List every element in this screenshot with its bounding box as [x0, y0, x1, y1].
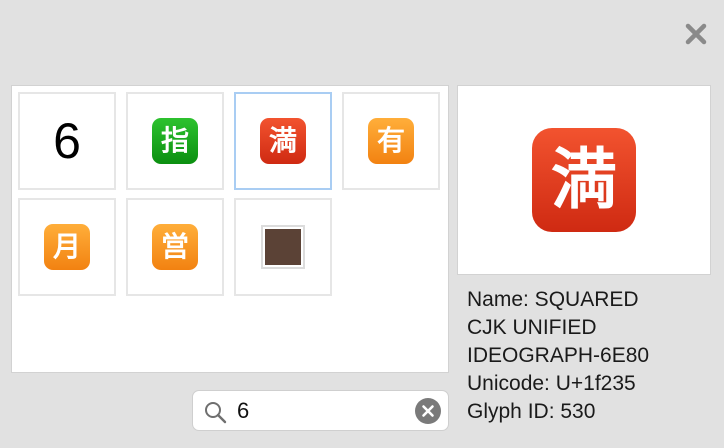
glyph-name-line-3: IDEOGRAPH-6E80: [467, 344, 650, 367]
squared-ideograph-emoji: 営: [152, 224, 198, 270]
search-box: [192, 390, 449, 431]
glyph-label: 有: [376, 124, 405, 157]
glyph-label: 6: [53, 113, 81, 169]
brown-square-icon: [261, 225, 305, 269]
search-input[interactable]: [237, 396, 407, 425]
glyph-cell-squared-full[interactable]: 満: [234, 92, 332, 190]
squared-ideograph-emoji: 有: [368, 118, 414, 164]
glyph-label: 営: [160, 230, 189, 263]
close-button[interactable]: [684, 22, 708, 46]
squared-ideograph-emoji: 満: [260, 118, 306, 164]
squared-ideograph-emoji: 月: [44, 224, 90, 270]
glyph-cell-squared-finger[interactable]: 指: [126, 92, 224, 190]
search-icon: [205, 402, 227, 424]
glyph-label: 月: [52, 230, 81, 263]
glyph-cell-digit-six[interactable]: 6: [18, 92, 116, 190]
glyph-cell-brown-square[interactable]: [234, 198, 332, 296]
glyph-label: 指: [160, 124, 189, 157]
squared-ideograph-emoji: 指: [152, 118, 198, 164]
glyph-grid: 6 指 満 有 月 営: [11, 85, 449, 373]
close-icon: [685, 23, 707, 45]
glyph-unicode: Unicode: U+1f235: [467, 372, 636, 395]
glyph-cell-squared-moon[interactable]: 月: [18, 198, 116, 296]
glyph-info: Name: SQUARED CJK UNIFIED IDEOGRAPH-6E80…: [467, 286, 717, 426]
glyph-name-line-1: Name: SQUARED: [467, 288, 639, 311]
glyph-cell-squared-operating[interactable]: 営: [126, 198, 224, 296]
clear-search-button[interactable]: [415, 398, 441, 424]
glyph-cell-squared-have[interactable]: 有: [342, 92, 440, 190]
glyph-name-line-2: CJK UNIFIED: [467, 316, 597, 339]
clear-search-icon: [422, 405, 434, 417]
preview-emoji: 満: [532, 128, 636, 232]
glyph-preview: 満: [457, 85, 711, 275]
preview-glyph: 満: [551, 141, 617, 218]
glyph-label: 満: [268, 124, 297, 157]
glyph-id: Glyph ID: 530: [467, 400, 596, 423]
